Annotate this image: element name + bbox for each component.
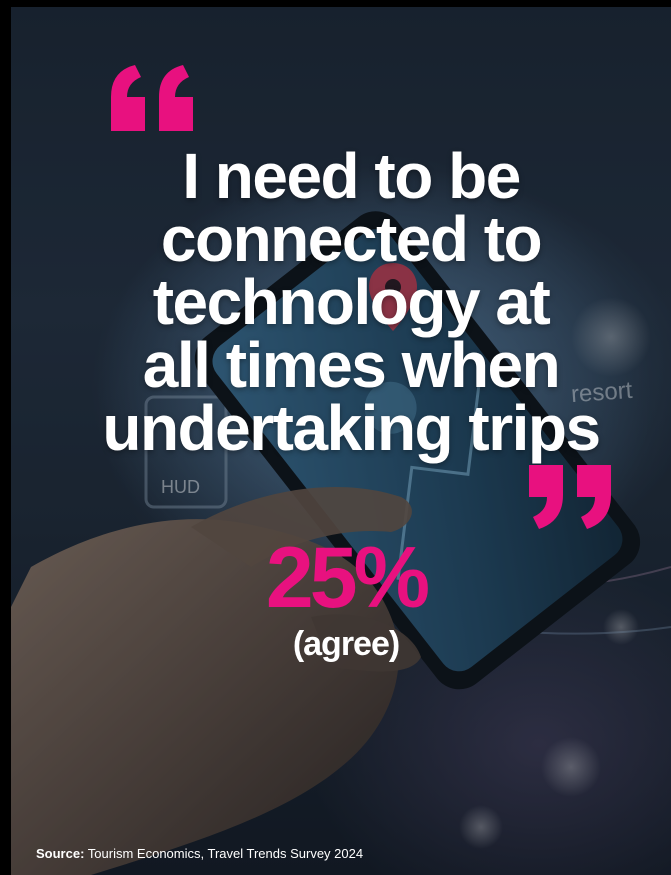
quote-headline: I need to be connected to technology at … (71, 140, 631, 464)
source-text: Tourism Economics, Travel Trends Survey … (87, 846, 364, 861)
quote-line: undertaking trips (102, 392, 601, 464)
quote-line: technology at (152, 266, 551, 338)
photo-background: resort HUD I need to be connected to tec… (11, 7, 671, 875)
source-note: Source: Tourism Economics, Travel Trends… (36, 846, 363, 862)
right-double-quote-icon (529, 465, 611, 529)
quote-line: all times when (142, 329, 561, 401)
background-label-hud: HUD (161, 477, 200, 497)
source-label: Source: (36, 846, 85, 861)
stat-value: 25% (265, 530, 430, 626)
stat-caption: (agree) (292, 625, 400, 663)
quote-line: I need to be (182, 140, 521, 212)
left-double-quote-icon (111, 65, 193, 131)
infographic-poster: resort HUD I need to be connected to tec… (0, 0, 671, 875)
quote-line: connected to (160, 203, 543, 275)
